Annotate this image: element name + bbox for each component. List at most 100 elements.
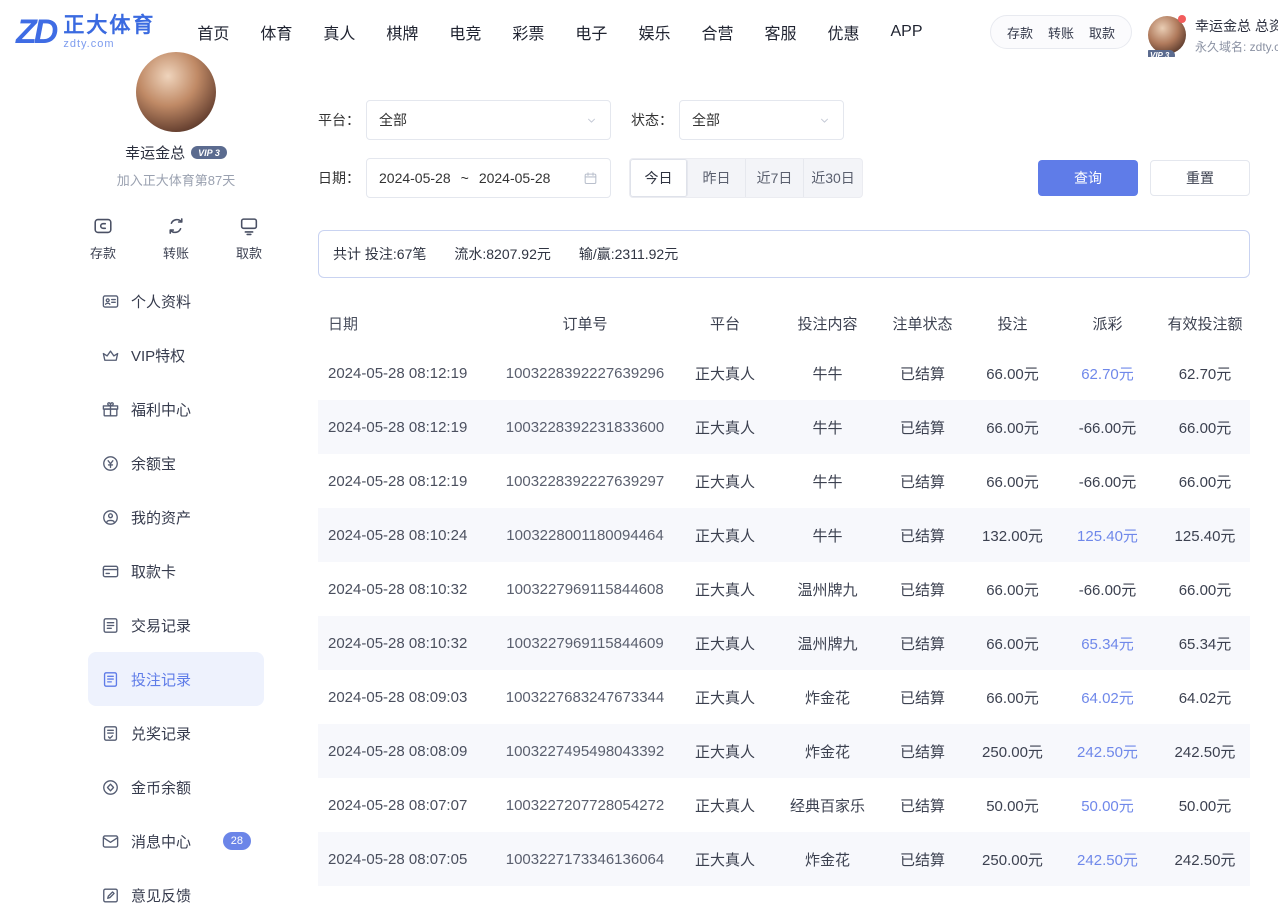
cell-status: 已结算 [875, 525, 970, 546]
wallet-quick-links: 存款转账取款 [990, 15, 1132, 49]
cell-platform: 正大真人 [670, 525, 780, 546]
range-button[interactable]: 近30日 [804, 159, 862, 197]
profile-avatar[interactable] [136, 52, 216, 132]
cell-order: 1003227969115844608 [500, 581, 670, 598]
prize-doc-icon [101, 724, 120, 743]
cell-platform: 正大真人 [670, 417, 780, 438]
cell-status: 已结算 [875, 687, 970, 708]
quick-action-transfer[interactable]: 转账 [163, 215, 189, 262]
cell-bet: 250.00元 [970, 741, 1055, 762]
cell-payout: -66.00元 [1055, 471, 1160, 492]
sidebar-item-transaction-records[interactable]: 交易记录 [88, 598, 264, 652]
cell-date: 2024-05-28 08:07:07 [318, 797, 500, 814]
table-row: 2024-05-28 08:12:191003228392227639297正大… [318, 454, 1250, 508]
column-header: 日期 [318, 313, 500, 334]
notification-dot [1178, 15, 1186, 23]
cell-order: 1003228001180094464 [500, 527, 670, 544]
cell-bet: 132.00元 [970, 525, 1055, 546]
platform-select[interactable]: 全部 [366, 100, 611, 140]
nav-item[interactable]: 娱乐 [638, 20, 670, 44]
nav-item[interactable]: 棋牌 [386, 20, 418, 44]
cell-platform: 正大真人 [670, 795, 780, 816]
cell-bet: 66.00元 [970, 633, 1055, 654]
nav-item[interactable]: 合营 [701, 20, 733, 44]
transfer-arrows-icon [165, 215, 187, 237]
sidebar-item-feedback[interactable]: 意见反馈 [88, 868, 264, 912]
wallet-link[interactable]: 转账 [1048, 23, 1074, 42]
range-button[interactable]: 今日 [630, 159, 688, 197]
quick-action-withdraw[interactable]: 取款 [236, 215, 262, 262]
username: 幸运金总 总资 [1195, 16, 1278, 38]
sidebar-item-vip-privileges[interactable]: VIP特权 [88, 328, 264, 382]
nav-item[interactable]: 客服 [764, 20, 796, 44]
sidebar-item-yuebao[interactable]: 余额宝 [88, 436, 264, 490]
cell-order: 1003228392227639297 [500, 473, 670, 490]
nav-item[interactable]: 真人 [323, 20, 355, 44]
sidebar-item-welfare-center[interactable]: 福利中心 [88, 382, 264, 436]
nav-item[interactable]: 体育 [260, 20, 292, 44]
wallet-link[interactable]: 存款 [1007, 23, 1033, 42]
cell-valid: 65.34元 [1160, 633, 1250, 654]
status-select[interactable]: 全部 [679, 100, 844, 140]
cell-platform: 正大真人 [670, 471, 780, 492]
id-card-icon [101, 292, 120, 311]
sidebar-item-prize-records[interactable]: 兑奖记录 [88, 706, 264, 760]
cell-status: 已结算 [875, 579, 970, 600]
quick-action-label: 转账 [163, 243, 189, 262]
sidebar-item-my-assets[interactable]: 我的资产 [88, 490, 264, 544]
column-header: 投注 [970, 313, 1055, 334]
feedback-pen-icon [101, 886, 120, 905]
range-button[interactable]: 昨日 [688, 159, 746, 197]
cell-payout: 125.40元 [1055, 525, 1160, 546]
quick-action-label: 取款 [236, 243, 262, 262]
brand-logo[interactable]: ZD 正大体育 zdty.com [16, 14, 155, 49]
cell-order: 1003228392227639296 [500, 365, 670, 382]
crown-icon [101, 346, 120, 365]
cell-date: 2024-05-28 08:07:05 [318, 851, 500, 868]
cell-payout: 50.00元 [1055, 795, 1160, 816]
nav-item[interactable]: 彩票 [512, 20, 544, 44]
reset-button[interactable]: 重置 [1150, 160, 1250, 196]
cell-valid: 66.00元 [1160, 471, 1250, 492]
nav-item[interactable]: 优惠 [827, 20, 859, 44]
nav-item[interactable]: 首页 [197, 20, 229, 44]
coin-diamond-icon [101, 778, 120, 797]
list-icon [101, 616, 120, 635]
sidebar-item-message-center[interactable]: 消息中心28 [88, 814, 264, 868]
table-row: 2024-05-28 08:09:031003227683247673344正大… [318, 670, 1250, 724]
deposit-card-icon [92, 215, 114, 237]
sidebar-item-personal-info[interactable]: 个人资料 [88, 274, 264, 328]
sidebar-item-coin-balance[interactable]: 金币余额 [88, 760, 264, 814]
withdraw-card-icon [238, 215, 260, 237]
nav-item[interactable]: APP [891, 23, 923, 41]
summary-item: 共计 投注:67笔 [333, 244, 426, 264]
quick-action-deposit[interactable]: 存款 [90, 215, 116, 262]
nav-item[interactable]: 电竞 [449, 20, 481, 44]
status-label: 状态： [631, 110, 679, 130]
summary-item: 流水:8207.92元 [454, 244, 551, 264]
wallet-link[interactable]: 取款 [1089, 23, 1115, 42]
brand-logo-icon: ZD [16, 15, 55, 49]
gift-icon [101, 400, 120, 419]
sidebar-item-bet-records[interactable]: 投注记录 [88, 652, 264, 706]
cell-payout: 65.34元 [1055, 633, 1160, 654]
date-start: 2024-05-28 [379, 170, 451, 186]
cell-date: 2024-05-28 08:12:19 [318, 365, 500, 382]
cell-content: 牛牛 [780, 525, 875, 546]
profile-vip-badge: VIP 3 [191, 146, 227, 159]
nav-item[interactable]: 电子 [575, 20, 607, 44]
range-button[interactable]: 近7日 [746, 159, 804, 197]
cell-platform: 正大真人 [670, 741, 780, 762]
cell-payout: 64.02元 [1055, 687, 1160, 708]
user-box[interactable]: VIP 3 幸运金总 总资 永久域名: zdty.c [1148, 7, 1278, 56]
search-button[interactable]: 查询 [1038, 160, 1138, 196]
date-range-input[interactable]: 2024-05-28 ~ 2024-05-28 [366, 158, 611, 198]
cell-payout: 242.50元 [1055, 849, 1160, 870]
cell-date: 2024-05-28 08:08:09 [318, 743, 500, 760]
cell-content: 牛牛 [780, 471, 875, 492]
cell-date: 2024-05-28 08:12:19 [318, 419, 500, 436]
cell-order: 1003227683247673344 [500, 689, 670, 706]
sidebar-item-withdraw-card[interactable]: 取款卡 [88, 544, 264, 598]
platform-select-value: 全部 [379, 110, 407, 130]
username-text: 幸运金总 [1195, 18, 1251, 34]
